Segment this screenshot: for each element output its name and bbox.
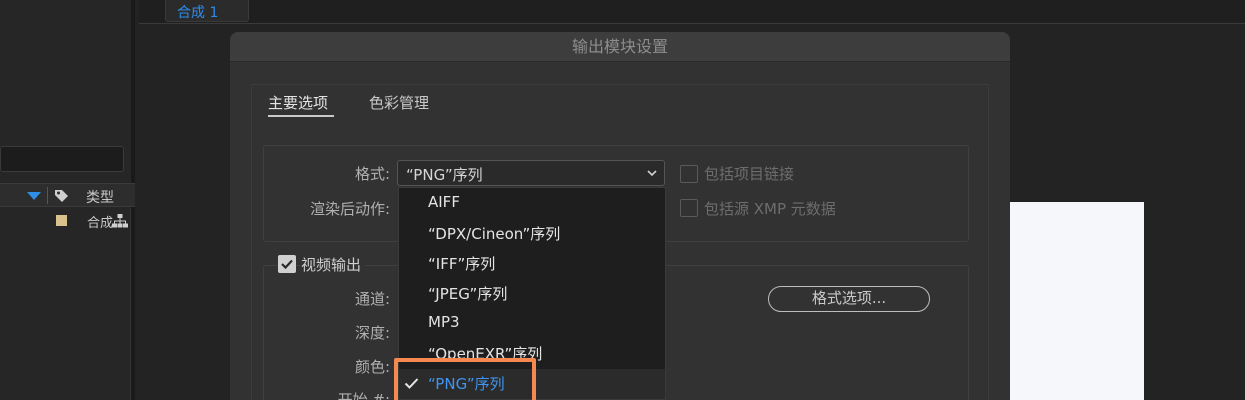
color-label: 颜色: (354, 358, 390, 376)
dialog-title: 输出模块设置 (230, 32, 1010, 62)
label-color-swatch[interactable] (56, 215, 67, 226)
dropdown-item-label: AIFF (428, 193, 460, 211)
dropdown-item-label: “DPX/Cineon”序列 (428, 225, 561, 243)
column-type-label[interactable]: 类型 (86, 187, 114, 207)
project-panel: 类型 合成1 (0, 0, 135, 400)
video-output-label: 视频输出 (301, 254, 366, 275)
project-column-header: 类型 (0, 183, 135, 207)
panel-divider (130, 208, 131, 400)
dropdown-item-jpeg[interactable]: “JPEG”序列 (399, 279, 665, 309)
chevron-down-icon (647, 170, 657, 177)
checkmark-icon (281, 259, 293, 270)
format-select-value: “PNG”序列 (406, 166, 483, 184)
preview-panel (1010, 202, 1144, 400)
format-options-button[interactable]: 格式选项... (768, 286, 930, 312)
active-tab-indicator (268, 115, 334, 117)
dropdown-item-label: MP3 (428, 313, 460, 331)
dropdown-item-aiff[interactable]: AIFF (399, 189, 665, 219)
composition-icon (112, 214, 128, 228)
column-divider (47, 187, 48, 204)
channels-label: 通道: (354, 290, 390, 308)
composition-tab-strip: 合成 1 (139, 0, 1245, 24)
dropdown-item-label: “IFF”序列 (428, 255, 496, 273)
start-number-label: 开始 #: (337, 391, 390, 400)
dropdown-item-label: “JPEG”序列 (428, 285, 508, 303)
post-render-action-label: 渲染后动作: (309, 200, 390, 218)
comp-tab-label: 合成 1 (177, 5, 219, 21)
tab-color-management[interactable]: 色彩管理 (369, 92, 429, 113)
dropdown-item-mp3[interactable]: MP3 (399, 309, 665, 339)
depth-label: 深度: (354, 324, 390, 342)
include-project-link-label: 包括项目链接 (704, 165, 795, 183)
highlight-annotation-box (394, 358, 536, 400)
sort-arrow-icon[interactable] (27, 192, 41, 200)
project-search-input[interactable] (0, 146, 124, 172)
include-source-xmp-label: 包括源 XMP 元数据 (704, 200, 836, 218)
tab-main-options[interactable]: 主要选项 (268, 92, 328, 113)
video-output-checkbox[interactable] (278, 255, 296, 273)
tab-composition-1[interactable]: 合成 1 (165, 0, 249, 22)
dropdown-item-dpx-cineon[interactable]: “DPX/Cineon”序列 (399, 219, 665, 249)
include-source-xmp-checkbox[interactable] (680, 199, 698, 217)
dropdown-item-iff[interactable]: “IFF”序列 (399, 249, 665, 279)
include-project-link-checkbox[interactable] (680, 165, 698, 183)
label-tag-icon[interactable] (54, 188, 69, 203)
output-module-settings-dialog: 输出模块设置 主要选项 色彩管理 格式: “PNG”序列 渲染后动作: 包括项目… (230, 32, 1010, 400)
format-select[interactable]: “PNG”序列 (397, 160, 665, 186)
format-label: 格式: (354, 165, 390, 183)
project-item-row[interactable]: 合成1 (0, 208, 135, 234)
project-item-name: 合成1 (87, 216, 113, 231)
